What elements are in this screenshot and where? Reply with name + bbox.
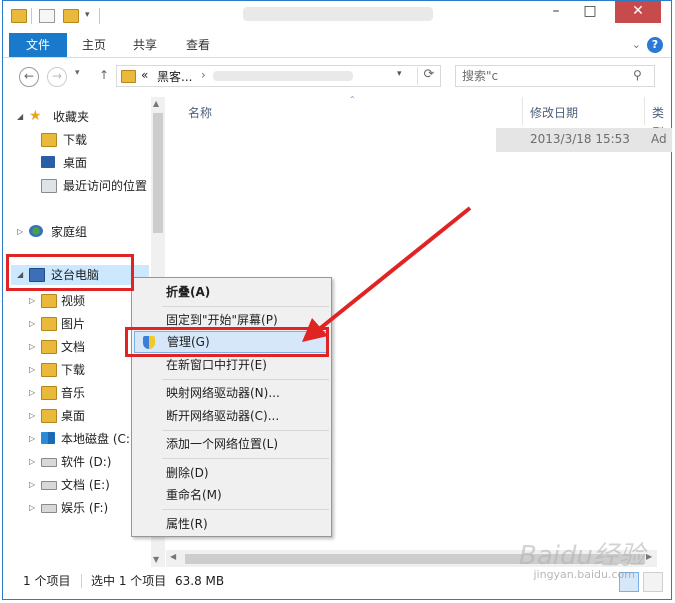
watermark-url: jingyan.baidu.com [533, 568, 635, 581]
red-arrow [302, 206, 472, 342]
watermark-logo: Baidu经验 [519, 541, 645, 571]
arrow-head [302, 318, 328, 342]
arrow-shaft [316, 206, 472, 332]
